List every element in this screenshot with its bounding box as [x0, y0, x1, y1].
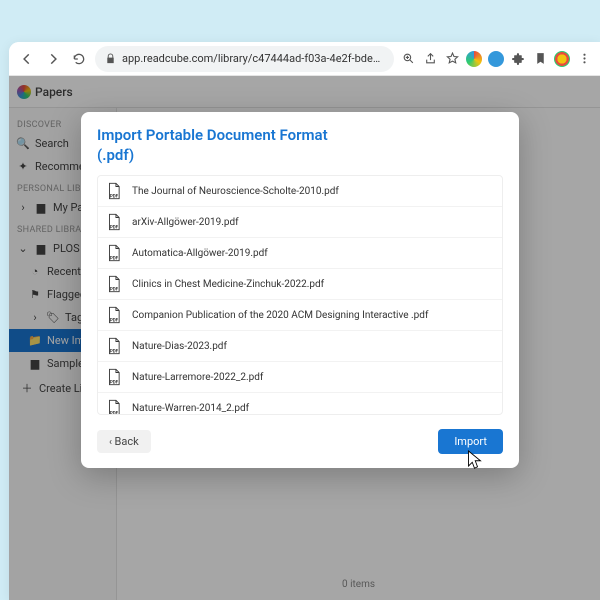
- file-name: The Journal of Neuroscience-Scholte-2010…: [132, 186, 339, 197]
- svg-text:PDF: PDF: [110, 286, 119, 292]
- star-icon[interactable]: [444, 51, 460, 67]
- svg-text:PDF: PDF: [110, 348, 119, 354]
- import-modal: Import Portable Document Format (.pdf) P…: [81, 112, 519, 468]
- file-name: Nature-Warren-2014_2.pdf: [132, 403, 249, 414]
- file-list: PDF The Journal of Neuroscience-Scholte-2…: [97, 175, 503, 415]
- extension-colorwheel-icon[interactable]: [466, 51, 482, 67]
- back-button[interactable]: ‹ Back: [97, 430, 151, 453]
- svg-text:PDF: PDF: [110, 410, 119, 415]
- app-area: Papers DISCOVER 🔍Search ✦Recommen PERSON…: [9, 76, 600, 600]
- svg-text:PDF: PDF: [110, 224, 119, 230]
- file-row[interactable]: PDF Nature-Dias-2023.pdf: [98, 331, 502, 362]
- svg-text:PDF: PDF: [110, 193, 119, 199]
- file-row[interactable]: PDF Nature-Warren-2014_2.pdf: [98, 393, 502, 415]
- pdf-icon: PDF: [106, 182, 122, 200]
- svg-text:PDF: PDF: [110, 379, 119, 385]
- url-text: app.readcube.com/library/c47444ad-f03a-4…: [122, 52, 384, 65]
- pdf-icon: PDF: [106, 213, 122, 231]
- back-nav-icon[interactable]: [17, 49, 37, 69]
- svg-text:PDF: PDF: [110, 317, 119, 323]
- modal-title: Import Portable Document Format (.pdf): [97, 126, 503, 165]
- file-row[interactable]: PDF Companion Publication of the 2020 ACM…: [98, 300, 502, 331]
- pdf-icon: PDF: [106, 244, 122, 262]
- pdf-icon: PDF: [106, 306, 122, 324]
- file-row[interactable]: PDF Clinics in Chest Medicine-Zinchuk-202…: [98, 269, 502, 300]
- import-button[interactable]: Import: [438, 429, 503, 454]
- pdf-icon: PDF: [106, 368, 122, 386]
- lock-icon: [105, 53, 116, 64]
- file-row[interactable]: PDF Nature-Larremore-2022_2.pdf: [98, 362, 502, 393]
- toolbar-icons: [400, 51, 592, 67]
- bookmark-icon[interactable]: [532, 51, 548, 67]
- url-bar[interactable]: app.readcube.com/library/c47444ad-f03a-4…: [95, 46, 394, 72]
- pdf-icon: PDF: [106, 337, 122, 355]
- pdf-icon: PDF: [106, 399, 122, 415]
- file-name: Nature-Larremore-2022_2.pdf: [132, 372, 263, 383]
- kebab-menu-icon[interactable]: [576, 51, 592, 67]
- file-name: Automatica-Allgöwer-2019.pdf: [132, 248, 268, 259]
- file-name: arXiv-Allgöwer-2019.pdf: [132, 217, 239, 228]
- browser-window: app.readcube.com/library/c47444ad-f03a-4…: [9, 42, 600, 600]
- file-row[interactable]: PDF The Journal of Neuroscience-Scholte-2…: [98, 176, 502, 207]
- svg-text:PDF: PDF: [110, 255, 119, 261]
- file-row[interactable]: PDF arXiv-Allgöwer-2019.pdf: [98, 207, 502, 238]
- pdf-icon: PDF: [106, 275, 122, 293]
- share-icon[interactable]: [422, 51, 438, 67]
- file-name: Clinics in Chest Medicine-Zinchuk-2022.p…: [132, 279, 324, 290]
- extensions-puzzle-icon[interactable]: [510, 51, 526, 67]
- extension-blue-icon[interactable]: [488, 51, 504, 67]
- modal-footer: ‹ Back Import: [97, 429, 503, 454]
- browser-toolbar: app.readcube.com/library/c47444ad-f03a-4…: [9, 42, 600, 76]
- forward-nav-icon[interactable]: [43, 49, 63, 69]
- reload-icon[interactable]: [69, 49, 89, 69]
- file-name: Companion Publication of the 2020 ACM De…: [132, 310, 428, 321]
- zoom-icon[interactable]: [400, 51, 416, 67]
- file-row[interactable]: PDF Automatica-Allgöwer-2019.pdf: [98, 238, 502, 269]
- file-name: Nature-Dias-2023.pdf: [132, 341, 227, 352]
- chrome-avatar-icon[interactable]: [554, 51, 570, 67]
